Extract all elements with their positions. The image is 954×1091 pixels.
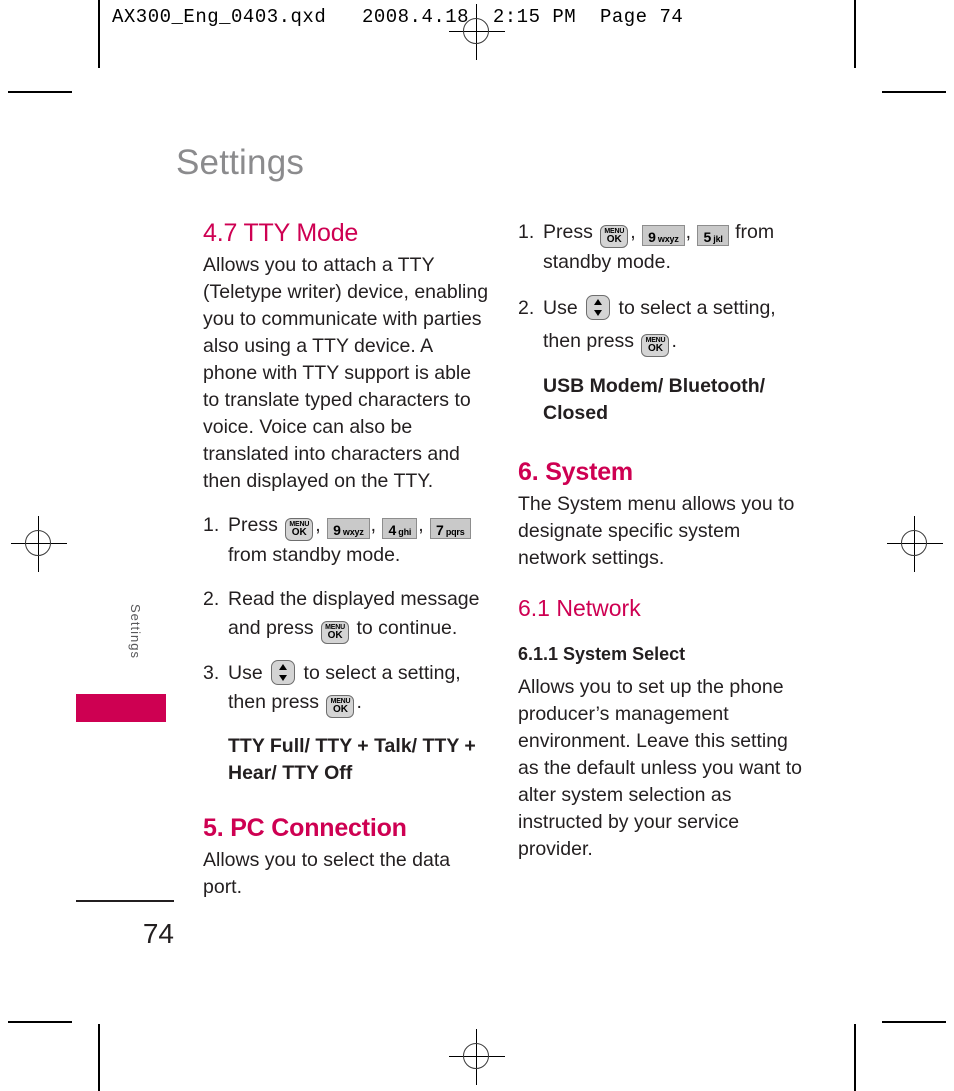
menu-ok-key: MENU OK	[326, 695, 355, 718]
list-item: 2. Read the displayed message and press M…	[203, 585, 491, 644]
menu-ok-key-line2: OK	[647, 343, 663, 354]
margin-chapter-label: Settings	[128, 604, 143, 659]
numeric-key-7-digit: 7	[436, 522, 444, 538]
crop-mark-bottom-left-vertical	[98, 1024, 100, 1091]
list-item: 1. Press MENU OK, 9 wxyz, 4 ghi, 7 pqrs from …	[203, 511, 491, 570]
crop-mark-top-left-horizontal	[8, 91, 72, 93]
crop-mark-top-right-horizontal	[882, 91, 946, 93]
menu-ok-key-line2: OK	[291, 527, 307, 538]
page-number: 74	[142, 918, 174, 949]
step-number: 1.	[518, 221, 535, 243]
quark-slug-header: AX300_Eng_0403.qxd 2008.4.18 2:15 PM Pag…	[112, 6, 684, 28]
margin-thumb-tab	[76, 694, 166, 722]
step-text: from standby mode.	[228, 544, 401, 566]
step-text: .	[356, 691, 362, 713]
numeric-key-5-letters: jkl	[713, 234, 723, 244]
pc-connection-options-list: USB Modem/ Bluetooth/ Closed	[543, 375, 766, 424]
heading-network: 6.1 Network	[518, 595, 641, 621]
arrow-down-icon	[594, 310, 603, 316]
step-number: 1.	[203, 514, 220, 536]
step-separator: ,	[418, 514, 424, 536]
menu-ok-key-line2: OK	[327, 630, 343, 641]
heading-system-select: 6.1.1 System Select	[518, 644, 686, 664]
numeric-key-9: 9 wxyz	[327, 518, 370, 539]
numeric-key-4-digit: 4	[388, 522, 397, 538]
step-text: .	[671, 330, 677, 352]
up-down-navigation-key	[271, 660, 296, 685]
paragraph-pc-connection-description: Allows you to select the data port.	[203, 849, 451, 898]
crop-mark-top-left-vertical	[98, 0, 100, 68]
step-number: 2.	[203, 588, 220, 610]
step-text: Press	[543, 221, 593, 243]
tty-options-list: TTY Full/ TTY + Talk/ TTY + Hear/ TTY Of…	[228, 735, 476, 784]
step-number: 3.	[203, 662, 220, 684]
arrow-up-icon	[594, 299, 603, 305]
list-item: 2. Use to select a setting, then press ME…	[518, 292, 808, 358]
numeric-key-7-letters: pqrs	[445, 527, 465, 537]
manual-page: AX300_Eng_0403.qxd 2008.4.18 2:15 PM Pag…	[0, 0, 954, 1091]
numeric-key-5-digit: 5	[703, 229, 712, 245]
folio-rule	[76, 900, 174, 902]
numeric-key-9-letters: wxyz	[342, 527, 364, 537]
registration-mark-bottom	[449, 1029, 505, 1085]
registration-mark-right	[887, 516, 943, 572]
menu-ok-key: MENU OK	[600, 225, 629, 248]
left-column: 4.7 TTY Mode Allows you to attach a TTY …	[203, 218, 491, 901]
numeric-key-4: 4 ghi	[382, 518, 418, 539]
up-down-navigation-key	[586, 295, 611, 320]
step-text: Use	[228, 662, 263, 684]
step-separator: ,	[370, 514, 377, 536]
crop-mark-bottom-left-horizontal	[8, 1021, 72, 1023]
step-number: 2.	[518, 297, 535, 319]
step-separator: ,	[315, 514, 321, 536]
step-separator: ,	[630, 221, 636, 243]
registration-mark-left	[11, 516, 67, 572]
numeric-key-5: 5 jkl	[697, 225, 729, 246]
step-text: Press	[228, 514, 278, 536]
paragraph-system-select-description: Allows you to set up the phone producer’…	[518, 676, 803, 860]
heading-system: 6. System	[518, 458, 633, 486]
list-item: 3. Use to select a setting, then press ME…	[203, 659, 491, 718]
menu-ok-key-line2: OK	[606, 234, 622, 245]
crop-mark-top-right-vertical	[854, 0, 856, 68]
right-column: 1. Press MENU OK, 9 wxyz, 5 jkl from standby…	[518, 218, 808, 863]
paragraph-system-description: The System menu allows you to designate …	[518, 493, 795, 569]
heading-tty-mode: 4.7 TTY Mode	[203, 219, 359, 247]
crop-mark-bottom-right-vertical	[854, 1024, 856, 1091]
numeric-key-7: 7 pqrs	[430, 518, 471, 539]
menu-ok-key: MENU OK	[641, 334, 670, 357]
step-separator: ,	[685, 221, 692, 243]
arrow-down-icon	[279, 675, 288, 681]
arrow-up-icon	[279, 664, 288, 670]
menu-ok-key-line2: OK	[332, 704, 348, 715]
page-title: Settings	[176, 143, 305, 182]
step-text: Use	[543, 297, 578, 319]
menu-ok-key: MENU OK	[321, 621, 350, 644]
tty-steps-list: 1. Press MENU OK, 9 wxyz, 4 ghi, 7 pqrs from …	[203, 511, 491, 718]
numeric-key-4-letters: ghi	[398, 527, 412, 537]
paragraph-tty-description: Allows you to attach a TTY (Teletype wri…	[203, 254, 489, 492]
heading-pc-connection: 5. PC Connection	[203, 814, 407, 842]
numeric-key-9-digit: 9	[333, 522, 341, 538]
numeric-key-9-letters: wxyz	[657, 234, 679, 244]
numeric-key-9: 9 wxyz	[642, 225, 685, 246]
list-item: 1. Press MENU OK, 9 wxyz, 5 jkl from standby…	[518, 218, 808, 277]
numeric-key-9-digit: 9	[648, 229, 656, 245]
menu-ok-key: MENU OK	[285, 518, 314, 541]
step-text: to continue.	[356, 617, 458, 639]
pc-connection-steps-list: 1. Press MENU OK, 9 wxyz, 5 jkl from standby…	[518, 218, 808, 358]
crop-mark-bottom-right-horizontal	[882, 1021, 946, 1023]
